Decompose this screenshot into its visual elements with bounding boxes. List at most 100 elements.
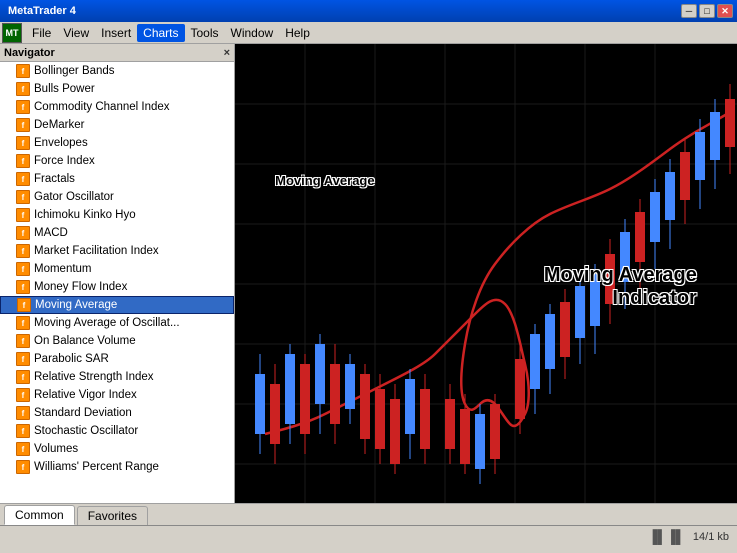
menu-tools[interactable]: Tools [185, 24, 225, 42]
menu-file[interactable]: File [26, 24, 57, 42]
menu-window[interactable]: Window [225, 24, 280, 42]
nav-item-icon-13: f [17, 298, 31, 312]
navigator-item-3[interactable]: f DeMarker [0, 116, 234, 134]
nav-item-icon-3: f [16, 118, 30, 132]
menu-bar: MT File View Insert Charts Tools Window … [0, 22, 737, 44]
nav-item-icon-2: f [16, 100, 30, 114]
nav-item-icon-15: f [16, 334, 30, 348]
nav-item-icon-16: f [16, 352, 30, 366]
nav-item-label-3: DeMarker [34, 119, 84, 131]
navigator-list[interactable]: f Bollinger Bands f Bulls Power f Commodity C… [0, 62, 234, 503]
window-controls: ─ □ ✕ [681, 4, 733, 18]
status-info: 14/1 kb [693, 531, 729, 543]
navigator-item-4[interactable]: f Envelopes [0, 134, 234, 152]
navigator-item-17[interactable]: f Relative Strength Index [0, 368, 234, 386]
nav-item-icon-6: f [16, 172, 30, 186]
nav-item-label-10: Market Facilitation Index [34, 245, 159, 257]
nav-item-icon-22: f [16, 460, 30, 474]
navigator-item-14[interactable]: f Moving Average of Oscillat... [0, 314, 234, 332]
nav-item-label-4: Envelopes [34, 137, 88, 149]
nav-item-icon-18: f [16, 388, 30, 402]
nav-item-icon-17: f [16, 370, 30, 384]
navigator-title-bar: Navigator × [0, 44, 234, 62]
navigator-item-7[interactable]: f Gator Oscillator [0, 188, 234, 206]
nav-item-icon-1: f [16, 82, 30, 96]
title-bar: MetaTrader 4 ─ □ ✕ [0, 0, 737, 22]
tabs-status-area: Common Favorites ▐▌▐▌ 14/1 kb [0, 503, 737, 547]
navigator-item-9[interactable]: f MACD [0, 224, 234, 242]
navigator-item-20[interactable]: f Stochastic Oscillator [0, 422, 234, 440]
nav-item-label-18: Relative Vigor Index [34, 389, 137, 401]
nav-item-icon-0: f [16, 64, 30, 78]
nav-item-label-20: Stochastic Oscillator [34, 425, 138, 437]
app-logo: MT [2, 23, 22, 43]
menu-help[interactable]: Help [279, 24, 316, 42]
nav-item-icon-11: f [16, 262, 30, 276]
status-bar: ▐▌▐▌ 14/1 kb [0, 525, 737, 547]
navigator-item-21[interactable]: f Volumes [0, 440, 234, 458]
chart-label-indicator: Moving Average Indicator [544, 264, 697, 310]
nav-item-label-16: Parabolic SAR [34, 353, 109, 365]
nav-item-label-7: Gator Oscillator [34, 191, 114, 203]
nav-item-label-0: Bollinger Bands [34, 65, 115, 77]
navigator-item-11[interactable]: f Momentum [0, 260, 234, 278]
nav-item-label-8: Ichimoku Kinko Hyo [34, 209, 136, 221]
navigator-title: Navigator [4, 47, 55, 59]
close-button[interactable]: ✕ [717, 4, 733, 18]
nav-item-label-14: Moving Average of Oscillat... [34, 317, 180, 329]
status-chart-icon: ▐▌▐▌ [648, 529, 685, 544]
nav-item-icon-20: f [16, 424, 30, 438]
navigator-item-10[interactable]: f Market Facilitation Index [0, 242, 234, 260]
tab-common[interactable]: Common [4, 505, 75, 525]
menu-view[interactable]: View [57, 24, 95, 42]
nav-item-label-22: Williams' Percent Range [34, 461, 159, 473]
minimize-button[interactable]: ─ [681, 4, 697, 18]
navigator-item-16[interactable]: f Parabolic SAR [0, 350, 234, 368]
nav-item-label-5: Force Index [34, 155, 95, 167]
chart-area: Moving Average Moving Average Indicator [235, 44, 737, 503]
navigator-item-12[interactable]: f Money Flow Index [0, 278, 234, 296]
navigator-panel: Navigator × f Bollinger Bands f Bulls Power… [0, 44, 235, 503]
navigator-item-19[interactable]: f Standard Deviation [0, 404, 234, 422]
navigator-item-1[interactable]: f Bulls Power [0, 80, 234, 98]
nav-item-label-13: Moving Average [35, 299, 117, 311]
nav-item-label-21: Volumes [34, 443, 78, 455]
nav-item-icon-19: f [16, 406, 30, 420]
navigator-item-2[interactable]: f Commodity Channel Index [0, 98, 234, 116]
tab-favorites[interactable]: Favorites [77, 506, 148, 525]
navigator-item-0[interactable]: f Bollinger Bands [0, 62, 234, 80]
main-area: Navigator × f Bollinger Bands f Bulls Power… [0, 44, 737, 503]
nav-item-icon-9: f [16, 226, 30, 240]
nav-item-icon-5: f [16, 154, 30, 168]
maximize-button[interactable]: □ [699, 4, 715, 18]
window-title: MetaTrader 4 [4, 5, 76, 17]
nav-item-icon-10: f [16, 244, 30, 258]
nav-item-label-6: Fractals [34, 173, 75, 185]
bottom-tabs: Common Favorites [0, 503, 737, 525]
navigator-item-6[interactable]: f Fractals [0, 170, 234, 188]
nav-item-label-11: Momentum [34, 263, 92, 275]
navigator-item-8[interactable]: f Ichimoku Kinko Hyo [0, 206, 234, 224]
navigator-item-18[interactable]: f Relative Vigor Index [0, 386, 234, 404]
navigator-item-13[interactable]: f Moving Average [0, 296, 234, 314]
menu-insert[interactable]: Insert [95, 24, 137, 42]
navigator-item-22[interactable]: f Williams' Percent Range [0, 458, 234, 476]
nav-item-label-1: Bulls Power [34, 83, 95, 95]
navigator-item-15[interactable]: f On Balance Volume [0, 332, 234, 350]
nav-item-icon-12: f [16, 280, 30, 294]
nav-item-label-12: Money Flow Index [34, 281, 127, 293]
navigator-item-5[interactable]: f Force Index [0, 152, 234, 170]
nav-item-label-9: MACD [34, 227, 68, 239]
menu-charts[interactable]: Charts [137, 24, 184, 42]
nav-item-icon-14: f [16, 316, 30, 330]
nav-item-label-19: Standard Deviation [34, 407, 132, 419]
chart-label-moving-average: Moving Average [275, 173, 374, 188]
nav-item-label-17: Relative Strength Index [34, 371, 154, 383]
nav-item-label-2: Commodity Channel Index [34, 101, 170, 113]
nav-item-icon-7: f [16, 190, 30, 204]
nav-item-icon-8: f [16, 208, 30, 222]
navigator-close-button[interactable]: × [224, 47, 230, 59]
nav-item-label-15: On Balance Volume [34, 335, 136, 347]
nav-item-icon-21: f [16, 442, 30, 456]
nav-item-icon-4: f [16, 136, 30, 150]
